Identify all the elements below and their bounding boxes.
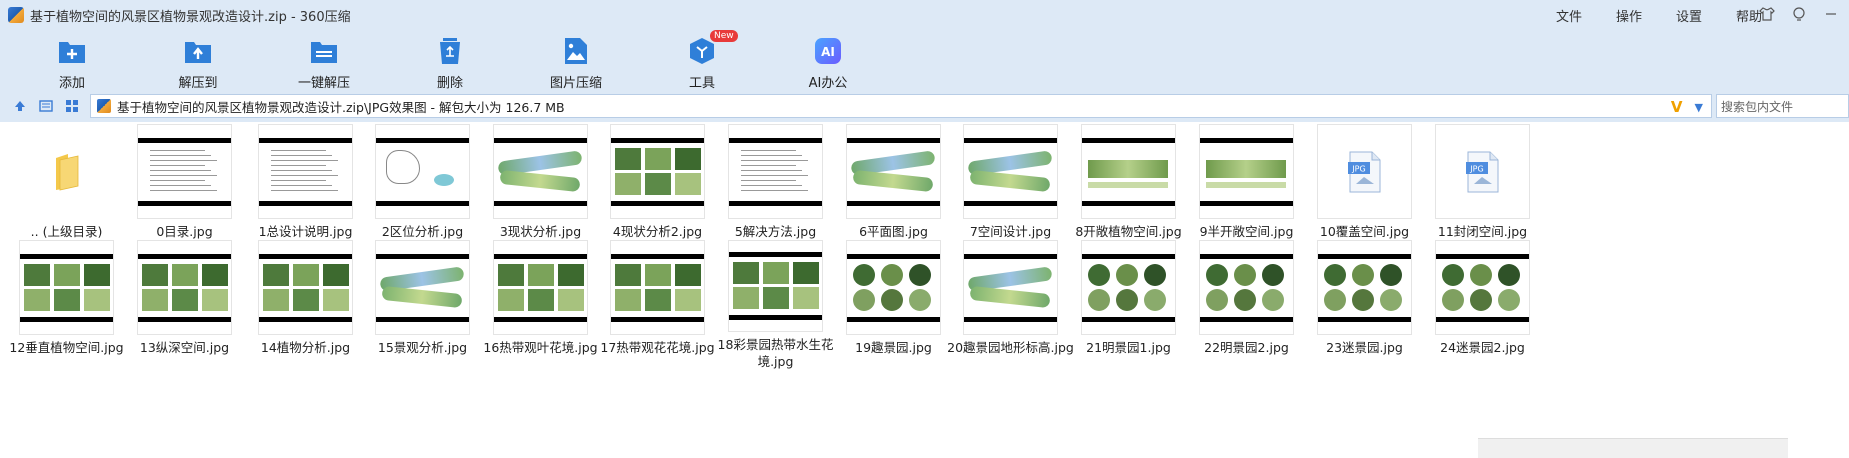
file-name-label: 13纵深空间.jpg	[139, 340, 230, 355]
tools-button[interactable]: New 工具	[650, 30, 754, 91]
extract-to-label: 解压到	[178, 76, 218, 91]
nav-buttons	[0, 98, 88, 114]
image-thumbnail	[375, 240, 470, 335]
image-thumbnail	[728, 240, 823, 332]
menu-file[interactable]: 文件	[1539, 6, 1599, 25]
search-input[interactable]: 搜索包内文件	[1716, 94, 1849, 118]
menu-settings[interactable]: 设置	[1659, 6, 1719, 25]
new-badge: New	[710, 30, 738, 42]
one-click-extract-button[interactable]: 一键解压	[272, 30, 376, 91]
tools-label: 工具	[688, 76, 715, 91]
image-thumbnail	[610, 240, 705, 335]
image-thumbnail	[963, 124, 1058, 219]
path-text: 基于植物空间的风景区植物景观改造设计.zip\JPG效果图 - 解包大小为 12…	[117, 99, 565, 115]
one-click-extract-icon	[307, 34, 341, 68]
extract-to-button[interactable]: 解压到	[146, 30, 250, 91]
add-button[interactable]: 添加	[20, 30, 124, 91]
file-item[interactable]: 0目录.jpg	[115, 124, 254, 254]
main-toolbar: 添加 解压到 一键解压 删除 图片压缩 New 工具 AI AI办公	[0, 30, 1849, 91]
skin-icon[interactable]	[1757, 4, 1777, 24]
app-logo-icon	[8, 7, 24, 23]
image-thumbnail	[19, 240, 114, 335]
chevron-down-icon[interactable]: ▼	[1695, 101, 1703, 114]
file-name-label: 0目录.jpg	[156, 224, 213, 239]
archive-icon	[97, 99, 111, 113]
file-item[interactable]: 13纵深空间.jpg	[115, 240, 254, 370]
menu-operation[interactable]: 操作	[1599, 6, 1659, 25]
minimize-icon[interactable]	[1789, 4, 1809, 24]
svg-text:JPG: JPG	[1469, 164, 1483, 173]
path-input[interactable]: 基于植物空间的风景区植物景观改造设计.zip\JPG效果图 - 解包大小为 12…	[90, 94, 1712, 118]
title-bar: 基于植物空间的风景区植物景观改造设计.zip - 360压缩 文件 操作 设置 …	[0, 0, 1849, 30]
grid-view-icon[interactable]	[64, 98, 80, 114]
image-thumbnail	[846, 124, 941, 219]
image-thumbnail	[1199, 124, 1294, 219]
delete-label: 删除	[436, 76, 463, 91]
image-thumbnail	[137, 240, 232, 335]
maximize-icon[interactable]	[1821, 4, 1841, 24]
image-thumbnail	[963, 240, 1058, 335]
jpg-file-icon: JPG	[1317, 124, 1412, 219]
image-thumbnail	[493, 124, 588, 219]
image-thumbnail	[1081, 124, 1176, 219]
window-controls	[1757, 4, 1841, 24]
ai-office-label: AI办公	[808, 76, 848, 91]
window-title: 基于植物空间的风景区植物景观改造设计.zip - 360压缩	[30, 9, 351, 25]
path-actions: V ▼	[1671, 98, 1703, 116]
recycle-icon	[433, 34, 467, 68]
image-thumbnail	[1435, 240, 1530, 335]
svg-text:JPG: JPG	[1351, 164, 1365, 173]
horizontal-scrollbar[interactable]	[1478, 438, 1788, 458]
file-name-label: 24迷景园2.jpg	[1440, 340, 1525, 355]
image-thumbnail	[258, 124, 353, 219]
file-name-label: 11封闭空间.jpg	[1437, 224, 1528, 239]
v-logo-icon[interactable]: V	[1671, 98, 1683, 116]
menu-bar: 文件 操作 设置 帮助	[1539, 0, 1779, 30]
image-compress-button[interactable]: 图片压缩	[524, 30, 628, 91]
one-click-extract-label: 一键解压	[297, 76, 350, 91]
jpg-file-icon: JPG	[1435, 124, 1530, 219]
list-view-icon[interactable]	[38, 98, 54, 114]
image-thumbnail	[846, 240, 941, 335]
extract-to-icon	[181, 34, 215, 68]
address-bar: 基于植物空间的风景区植物景观改造设计.zip\JPG效果图 - 解包大小为 12…	[0, 90, 1849, 122]
file-item[interactable]: JPG 11封闭空间.jpg	[1413, 124, 1552, 254]
search-placeholder: 搜索包内文件	[1721, 99, 1794, 114]
image-thumbnail	[728, 124, 823, 219]
add-archive-icon	[55, 34, 89, 68]
delete-button[interactable]: 删除	[398, 30, 502, 91]
svg-text:AI: AI	[821, 45, 835, 59]
file-item[interactable]: 24迷景园2.jpg	[1413, 240, 1552, 370]
up-arrow-icon[interactable]	[12, 98, 28, 114]
image-thumbnail	[1317, 240, 1412, 335]
image-thumbnail	[1081, 240, 1176, 335]
image-compress-label: 图片压缩	[549, 76, 602, 91]
image-thumbnail	[493, 240, 588, 335]
image-thumbnail	[375, 124, 470, 219]
image-thumbnail	[137, 124, 232, 219]
image-thumbnail	[1199, 240, 1294, 335]
add-label: 添加	[58, 76, 85, 91]
folder-icon	[19, 124, 114, 219]
ai-office-button[interactable]: AI AI办公	[776, 30, 880, 91]
ai-office-icon: AI	[811, 34, 845, 68]
image-compress-icon	[559, 34, 593, 68]
image-thumbnail	[610, 124, 705, 219]
image-thumbnail	[258, 240, 353, 335]
